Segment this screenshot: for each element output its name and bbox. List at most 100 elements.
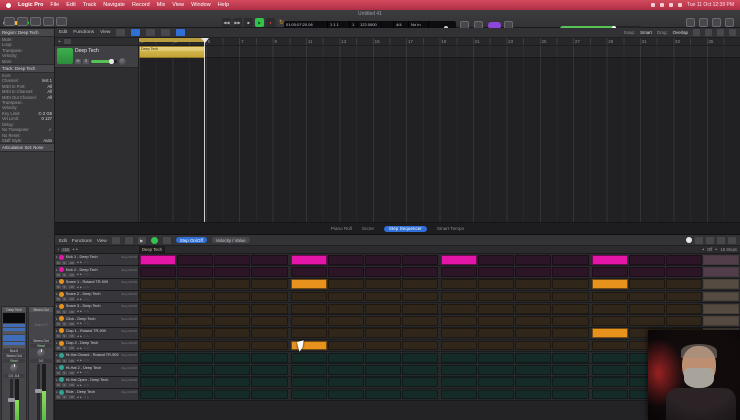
send-slot[interactable]: Bus 6 xyxy=(3,348,25,353)
step-cell[interactable] xyxy=(214,340,251,351)
row-name[interactable]: Kick 1 - Deep Tech xyxy=(66,255,120,259)
row-header[interactable]: ▸ Clap 2 - Deep Tech Step On/Off M S/16 ◀ ▶ ◁ ▷ xyxy=(55,339,139,351)
step-cell[interactable] xyxy=(441,279,478,289)
step-cell[interactable] xyxy=(478,340,515,351)
row-division[interactable]: /16 xyxy=(68,272,76,277)
menu-item[interactable]: Help xyxy=(218,2,229,8)
row-solo-button[interactable]: S xyxy=(62,260,67,265)
step-cell[interactable] xyxy=(478,389,515,400)
step-cell[interactable] xyxy=(702,291,740,302)
row-increment-right-icon[interactable]: ▷ xyxy=(87,335,89,338)
row-mute-button[interactable]: M xyxy=(56,297,61,302)
row-mute-button[interactable]: M xyxy=(56,358,61,363)
row-solo-button[interactable]: S xyxy=(62,370,67,375)
row-increment-right-icon[interactable]: ▷ xyxy=(87,347,89,350)
row-rotate-left-icon[interactable]: ◀ xyxy=(77,310,79,313)
row-division[interactable]: /16 xyxy=(68,395,76,400)
step-cell[interactable] xyxy=(515,291,552,302)
prev-pattern-icon[interactable]: ◀ xyxy=(702,248,704,251)
disclosure-icon[interactable]: ▸ xyxy=(56,378,58,382)
step-cell[interactable] xyxy=(515,328,552,338)
menu-bar-clock[interactable]: Tue 11 Oct 12:39 PM xyxy=(687,2,734,8)
row-increment-right-icon[interactable]: ▷ xyxy=(87,396,89,399)
step-cell[interactable] xyxy=(401,279,438,289)
step-cell[interactable] xyxy=(478,279,515,289)
row-mute-button[interactable]: M xyxy=(56,346,61,351)
row-name[interactable]: Snare 3 - Deep Tech xyxy=(66,304,120,308)
note-pads-icon[interactable] xyxy=(699,18,708,27)
row-increment-left-icon[interactable]: ◁ xyxy=(84,347,86,350)
play-button[interactable]: ▶ xyxy=(255,18,264,27)
stop-button[interactable]: ■ xyxy=(244,18,253,27)
row-rotate-right-icon[interactable]: ▶ xyxy=(80,371,82,374)
step-cell[interactable] xyxy=(401,303,438,314)
step-cell[interactable] xyxy=(214,365,251,375)
step-cell[interactable] xyxy=(290,291,327,302)
fader-track[interactable] xyxy=(7,379,15,420)
step-cell[interactable] xyxy=(665,291,702,302)
row-division[interactable]: /16 xyxy=(68,370,76,375)
loop-toggle-icon[interactable] xyxy=(162,236,171,244)
step-cell[interactable] xyxy=(140,389,177,400)
step-cell[interactable] xyxy=(251,291,288,302)
rewind-button[interactable]: ◀◀ xyxy=(222,18,231,27)
step-cell[interactable] xyxy=(401,389,438,400)
step-cell[interactable] xyxy=(441,328,478,338)
row-rotate-right-icon[interactable]: ▶ xyxy=(80,347,82,350)
loop-browser-icon[interactable] xyxy=(712,18,721,27)
step-cell[interactable] xyxy=(364,316,401,326)
row-solo-button[interactable]: S xyxy=(62,334,67,338)
step-cell[interactable] xyxy=(364,279,401,289)
step-cell[interactable] xyxy=(140,352,177,363)
apple-icon[interactable] xyxy=(6,2,11,8)
step-cell[interactable] xyxy=(591,316,628,326)
row-increment-left-icon[interactable]: ◁ xyxy=(84,298,86,301)
step-cell[interactable] xyxy=(251,279,288,289)
disclosure-icon[interactable]: ▸ xyxy=(56,255,58,259)
step-cell[interactable] xyxy=(327,303,364,314)
spotlight-icon[interactable] xyxy=(669,3,674,7)
vertical-zoom-icon[interactable] xyxy=(705,29,712,36)
fx-slot[interactable] xyxy=(3,324,25,327)
row-name[interactable]: Clap 1 - Roland TR-909 xyxy=(66,329,120,333)
step-cell[interactable] xyxy=(441,254,478,265)
step-cell[interactable] xyxy=(628,279,665,289)
row-header[interactable]: ▸ Snare 3 - Deep Tech Step On/Off M S/16 ◀ ▶ ◁ ▷ xyxy=(55,303,139,315)
step-cell[interactable] xyxy=(364,254,401,265)
step-cell[interactable] xyxy=(214,352,251,363)
row-list-icon[interactable] xyxy=(717,236,725,244)
step-cell[interactable] xyxy=(140,377,177,387)
row-division[interactable]: /16 xyxy=(68,309,76,314)
library-toggle-icon[interactable] xyxy=(30,17,41,26)
output-slot[interactable]: Stereo Out xyxy=(3,353,25,358)
step-cell[interactable] xyxy=(177,316,214,326)
step-cell[interactable] xyxy=(552,303,589,314)
row-header[interactable]: ▸ Kick 1 - Deep Tech Step On/Off M S/16 ◀ ▶ ◁ ▷ xyxy=(55,254,139,266)
pattern-region[interactable]: Deep Tech xyxy=(139,46,205,58)
row-solo-button[interactable]: S xyxy=(62,395,67,400)
tab-smart-tempo[interactable]: Smart Tempo xyxy=(437,226,464,231)
disclosure-icon[interactable]: ▸ xyxy=(56,317,58,321)
step-cell[interactable] xyxy=(364,267,401,277)
step-cell[interactable] xyxy=(401,328,438,338)
step-cell[interactable] xyxy=(140,254,177,265)
step-cell[interactable] xyxy=(441,316,478,326)
disclosure-icon[interactable]: ▸ xyxy=(56,390,58,394)
mixer-icon[interactable] xyxy=(56,17,67,26)
step-cell[interactable] xyxy=(591,279,628,289)
row-header[interactable]: ▸ Hi-Hat Open - Deep Tech Step On/Off M S/16… xyxy=(55,376,139,388)
editor-menu[interactable]: View xyxy=(97,238,107,243)
row-solo-button[interactable]: S xyxy=(62,346,67,351)
step-cell[interactable] xyxy=(327,267,364,277)
step-cell[interactable] xyxy=(552,377,589,387)
row-mute-button[interactable]: M xyxy=(56,395,61,400)
row-mute-button[interactable]: M xyxy=(56,383,61,387)
step-cell[interactable] xyxy=(478,352,515,363)
row-name[interactable]: Snare 1 - Roland TR-909 xyxy=(66,280,120,284)
row-rotate-right-icon[interactable]: ▶ xyxy=(80,359,82,362)
articulation-set-header[interactable]: Articulation Set: None xyxy=(0,143,54,153)
nudge-left-icon[interactable] xyxy=(695,236,703,244)
pattern-live-icon[interactable] xyxy=(150,236,158,244)
row-division[interactable]: /16 xyxy=(68,321,76,326)
step-cell[interactable] xyxy=(290,328,327,338)
